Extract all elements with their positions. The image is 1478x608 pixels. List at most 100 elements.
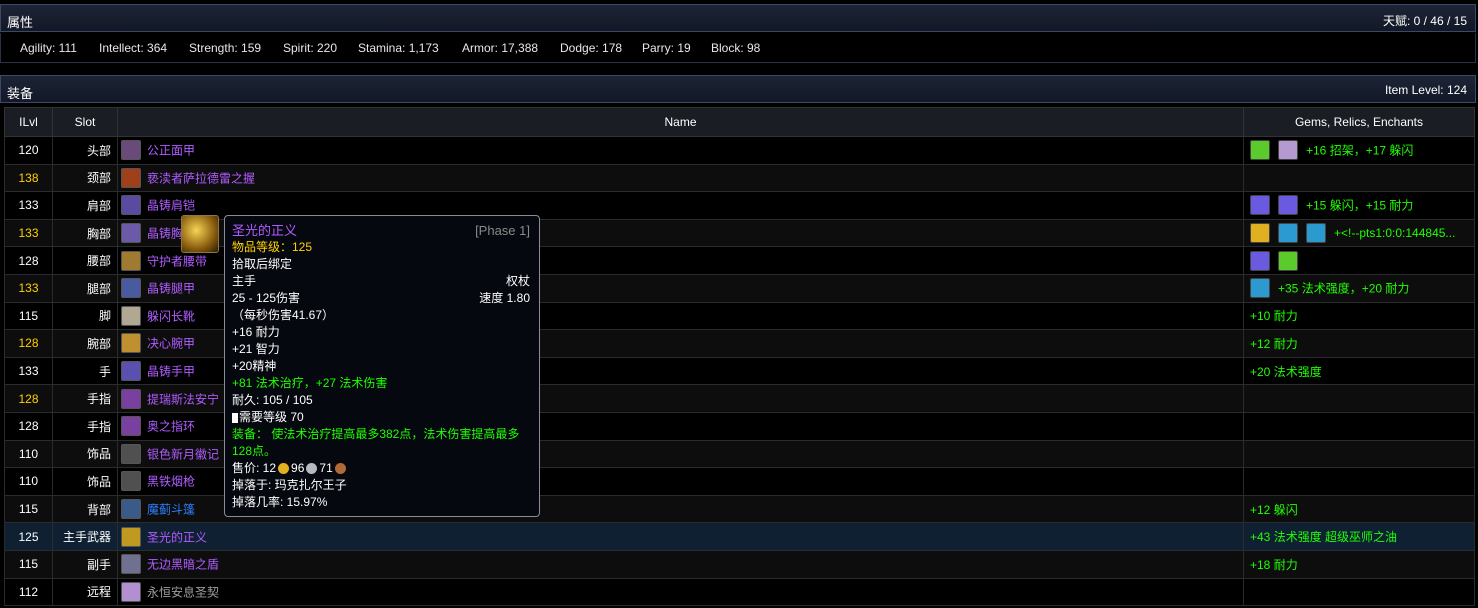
equipment-header: 装备 Item Level: 124 [0,75,1476,103]
row-enchant: +16 招架，+17 躲闪 [1306,143,1414,158]
blue-gem-icon[interactable] [1250,278,1270,299]
row-ilvl: 112 [4,577,53,607]
row-slot: 脚 [52,301,118,331]
stat-parry: Parry: 19 [642,41,691,55]
row-ilvl: 128 [4,411,53,441]
tooltip-sell-copper: 71 [319,461,333,475]
gloves-icon[interactable] [121,361,141,382]
item-name-link[interactable]: 守护者腰带 [147,254,207,268]
gold-coin-icon [278,463,290,475]
row-slot: 饰品 [52,467,118,496]
tooltip-bind: 拾取后绑定 [232,257,293,271]
green-gem-icon[interactable] [1278,250,1298,271]
tooltip-damage: 25 - 125伤害 [232,291,301,305]
attributes-header: 属性 天赋: 0 / 46 / 15 [0,4,1476,32]
table-row[interactable]: 125 主手武器 圣光的正义 +43 法术强度 超级巫师之油 [4,522,1475,551]
belt-icon[interactable] [121,250,141,271]
item-name-link[interactable]: 晶铸肩铠 [147,199,195,213]
col-slot[interactable]: Slot [52,107,118,137]
trinket-icon[interactable] [121,471,141,492]
tooltip-stat-stamina: +16 耐力 [232,325,280,339]
silver-coin-icon [306,463,318,475]
libram-icon[interactable] [121,581,141,602]
item-name-link[interactable]: 晶铸手甲 [147,365,195,379]
table-row[interactable]: 115 副手 无边黑暗之盾 +18 耐力 [4,549,1475,579]
row-ilvl: 115 [4,301,53,331]
item-name-link[interactable]: 提瑞斯法安宁 [147,392,219,406]
row-slot: 副手 [52,549,118,579]
talent-summary: 天赋: 0 / 46 / 15 [1382,14,1467,28]
cursor-icon [232,412,238,423]
row-slot: 颈部 [52,163,118,193]
item-name-link[interactable]: 晶铸腿甲 [147,282,195,296]
row-slot: 胸部 [52,218,118,248]
legs-icon[interactable] [121,278,141,299]
chest-icon[interactable] [121,223,141,244]
tooltip-phase: [Phase 1] [475,223,530,238]
row-slot: 饰品 [52,439,118,469]
stat-stamina: Stamina: 1,173 [358,41,439,55]
item-name-link[interactable]: 躲闪长靴 [147,309,195,323]
boots-icon[interactable] [121,305,141,326]
table-row[interactable]: 112 远程 永恒安息圣契 [4,577,1475,607]
item-name-link[interactable]: 决心腕甲 [147,337,195,351]
ring-icon[interactable] [121,416,141,437]
item-name-link[interactable]: 黑铁烟枪 [147,475,195,489]
purple-gem-icon[interactable] [1250,195,1270,216]
yellow-gem-icon[interactable] [1250,223,1270,244]
col-gems[interactable]: Gems, Relics, Enchants [1243,107,1475,137]
ring-icon[interactable] [121,388,141,409]
row-ilvl: 110 [4,439,53,469]
item-name-link[interactable]: 永恒安息圣契 [147,585,219,599]
bracers-icon[interactable] [121,333,141,354]
row-ilvl: 120 [4,136,53,165]
helmet-icon[interactable] [121,140,141,161]
row-ilvl: 125 [4,522,53,551]
mace-icon[interactable] [121,526,141,547]
tooltip-item-name: 圣光的正义 [232,223,298,238]
row-slot: 腿部 [52,273,118,303]
necklace-icon[interactable] [121,167,141,188]
table-row[interactable]: 138 颈部 亵渎者萨拉德雷之握 [4,163,1475,193]
stat-armor: Armor: 17,388 [462,41,539,55]
row-slot: 手指 [52,384,118,413]
tooltip-equip-effect-cont: 128点。 [232,444,277,458]
purple-gem-icon[interactable] [1250,250,1270,271]
item-name-link[interactable]: 魔蓟斗篷 [147,503,195,517]
purple-gem-icon[interactable] [1278,195,1298,216]
row-ilvl: 133 [4,273,53,303]
shoulder-icon[interactable] [121,195,141,216]
table-row[interactable]: 120 头部 公正面甲 +16 招架，+17 躲闪 [4,136,1475,165]
attributes-title: 属性 [7,15,34,30]
col-ilvl[interactable]: ILvl [4,107,53,137]
row-enchant: +10 耐力 [1250,309,1298,324]
green-gem-icon[interactable] [1250,140,1270,161]
item-name-link[interactable]: 银色新月徽记 [147,447,219,461]
item-name-link[interactable]: 无边黑暗之盾 [147,558,219,572]
tooltip-item-level: 物品等级：125 [232,240,313,254]
row-ilvl: 110 [4,467,53,496]
tooltip-speed: 速度 1.80 [479,291,530,305]
trinket-icon[interactable] [121,443,141,464]
meta-gem-icon[interactable] [1278,140,1298,161]
row-slot: 头部 [52,136,118,165]
stat-dodge: Dodge: 178 [560,41,623,55]
item-tooltip: 圣光的正义 [Phase 1] 物品等级：125 拾取后绑定 主手 权杖 25 - … [224,215,540,517]
tooltip-dropped-by: 掉落于: 玛克扎尔王子 [232,478,347,492]
cloak-icon[interactable] [121,499,141,520]
tooltip-bonus: +81 法术治疗，+27 法术伤害 [232,376,388,390]
item-name-link[interactable]: 亵渎者萨拉德雷之握 [147,171,255,185]
row-ilvl: 128 [4,384,53,413]
col-name[interactable]: Name [117,107,1244,137]
row-slot: 腰部 [52,246,118,275]
blue-gem-icon[interactable] [1278,223,1298,244]
item-name-link[interactable]: 奥之指环 [147,420,195,434]
row-enchant: +<!--pts1:0:0:144845... [1334,226,1456,241]
row-ilvl: 133 [4,356,53,386]
blue-gem-icon[interactable] [1306,223,1326,244]
item-name-link[interactable]: 圣光的正义 [147,530,207,544]
tooltip-sell-silver: 96 [291,461,305,475]
item-name-link[interactable]: 公正面甲 [147,144,195,158]
row-enchant: +18 耐力 [1250,557,1298,572]
shield-icon[interactable] [121,554,141,575]
